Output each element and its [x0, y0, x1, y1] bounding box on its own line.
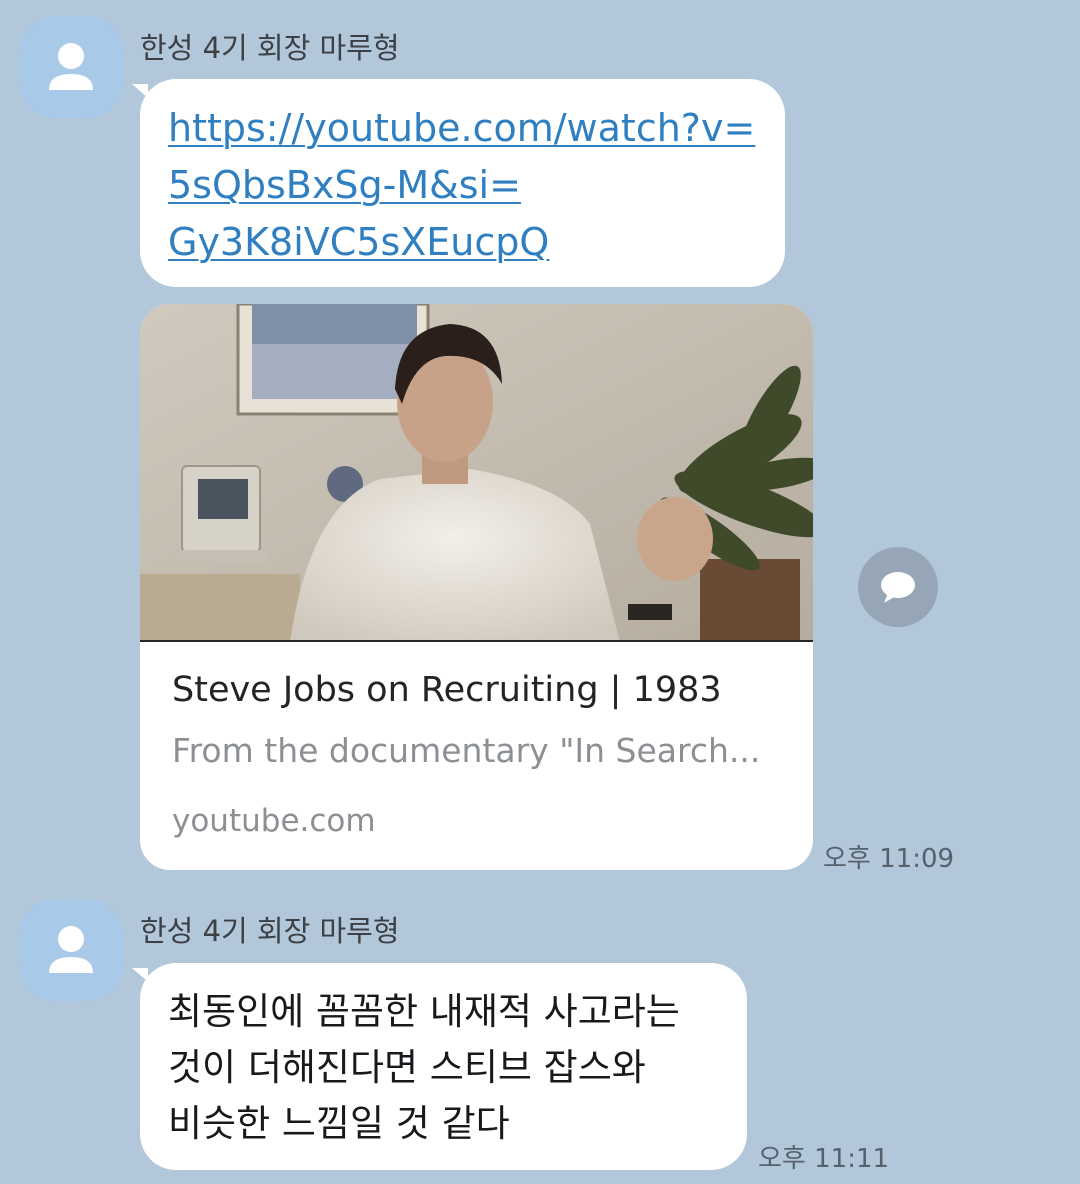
message-time: 오후 11:09 — [823, 844, 955, 874]
default-profile-icon — [49, 926, 93, 973]
preview-title[interactable]: Steve Jobs on Recruiting | 1983 — [172, 670, 722, 710]
default-profile-icon — [49, 43, 93, 90]
chat-bubble-icon — [881, 572, 915, 603]
video-thumbnail[interactable] — [140, 304, 813, 642]
link-line[interactable]: https://youtube.com/watch?v= — [168, 100, 768, 157]
sender-name: 한성 4기 회장 마루형 — [140, 914, 400, 948]
link-line[interactable]: Gy3K8iVC5sXEucpQ — [168, 214, 768, 271]
shared-link[interactable]: https://youtube.com/watch?v= 5sQbsBxSg-M… — [168, 100, 768, 271]
link-preview-card[interactable]: Steve Jobs on Recruiting | 1983 From the… — [140, 304, 813, 870]
message-line: 비슷한 느낌일 것 같다 — [168, 1102, 510, 1145]
message-time: 오후 11:11 — [758, 1144, 890, 1174]
message-line: 최동인에 꼼꼼한 내재적 사고라는 — [168, 990, 680, 1033]
link-line[interactable]: 5sQbsBxSg-M&si= — [168, 157, 768, 214]
share-button[interactable] — [858, 547, 938, 627]
preview-domain: youtube.com — [172, 803, 376, 839]
sender-name: 한성 4기 회장 마루형 — [140, 31, 400, 65]
message-text: 최동인에 꼼꼼한 내재적 사고라는 것이 더해진다면 스티브 잡스와 비슷한 느… — [168, 984, 680, 1152]
sender-avatar[interactable] — [18, 899, 124, 1001]
sender-avatar[interactable] — [18, 16, 124, 118]
message-line: 것이 더해진다면 스티브 잡스와 — [168, 1046, 646, 1089]
preview-description: From the documentary "In Search... — [172, 731, 761, 770]
